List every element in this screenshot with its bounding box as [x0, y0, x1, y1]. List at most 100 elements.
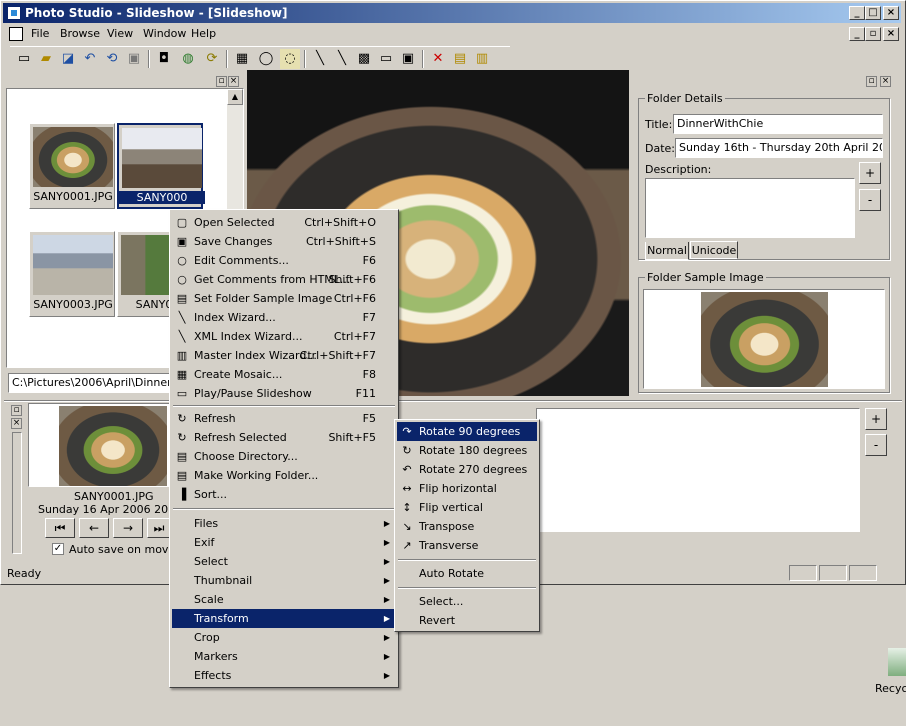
recycle-bin-label[interactable]: Recycl	[875, 682, 906, 695]
last-image-button[interactable]: ⏭	[147, 518, 171, 538]
menu-item-get-comments-from-html[interactable]: ○ Get Comments from HTML... Shift+F6	[172, 270, 396, 289]
menu-item-markers[interactable]: Markers ▶	[172, 647, 396, 666]
auto-save-checkbox[interactable]: ✓	[52, 543, 64, 555]
comment-icon[interactable]: ◘	[154, 49, 174, 69]
menu-file[interactable]: File	[31, 27, 49, 40]
menu-item-master-index-wizard[interactable]: ▥ Master Index Wizard... Ctrl+Shift+F7	[172, 346, 396, 365]
menu-item-edit-comments[interactable]: ○ Edit Comments... F6	[172, 251, 396, 270]
thumbnail-item[interactable]: SANY0003.JPG	[29, 231, 115, 317]
menu-item-refresh[interactable]: ↻ Refresh F5	[172, 409, 396, 428]
menu-item-exif[interactable]: Exif ▶	[172, 533, 396, 552]
menu-item-create-mosaic[interactable]: ▦ Create Mosaic... F8	[172, 365, 396, 384]
save-icon[interactable]: ▣	[124, 49, 144, 69]
recycle-bin-icon[interactable]	[888, 648, 906, 676]
menu-item-files[interactable]: Files ▶	[172, 514, 396, 533]
delete-icon[interactable]: ✕	[428, 49, 448, 69]
scroll-up-icon[interactable]: ▲	[227, 89, 243, 105]
comments-icon[interactable]: ◯	[256, 49, 276, 69]
open-icon[interactable]: ▰	[36, 49, 56, 69]
pane-float-icon[interactable]: ▫	[11, 405, 22, 416]
bottom-pane-grip[interactable]	[12, 432, 22, 554]
menu-item-make-working-folder[interactable]: ▤ Make Working Folder...	[172, 466, 396, 485]
tab-unicode[interactable]: Unicode	[690, 241, 738, 259]
menu-item-sort[interactable]: ▐ Sort...	[172, 485, 396, 504]
menu-item-index-wizard[interactable]: ╲ Index Wizard... F7	[172, 308, 396, 327]
previous-image-button[interactable]: ←	[79, 518, 109, 538]
menu-item-select[interactable]: Select...	[397, 592, 537, 611]
menu-item-save-changes[interactable]: ▣ Save Changes Ctrl+Shift+S	[172, 232, 396, 251]
menu-item-play-pause-slideshow[interactable]: ▭ Play/Pause Slideshow F11	[172, 384, 396, 403]
close-button[interactable]: ×	[883, 6, 899, 20]
add-comment-button[interactable]: +	[865, 408, 887, 430]
menu-item-label: Create Mosaic...	[194, 368, 283, 381]
menu-item-set-folder-sample-image[interactable]: ▤ Set Folder Sample Image Ctrl+F6	[172, 289, 396, 308]
index-wizard-icon: ╲	[178, 311, 186, 324]
menu-help[interactable]: Help	[191, 27, 216, 40]
menu-item-xml-index-wizard[interactable]: ╲ XML Index Wizard... Ctrl+F7	[172, 327, 396, 346]
pane-float-icon[interactable]: ▫	[866, 76, 877, 87]
remove-description-button[interactable]: -	[859, 189, 881, 211]
title-label: Title:	[645, 118, 673, 131]
menu-item-flip-vertical[interactable]: ↕ Flip vertical	[397, 498, 537, 517]
menu-browse[interactable]: Browse	[60, 27, 100, 40]
first-image-button[interactable]: ⏮	[45, 518, 75, 538]
document-icon[interactable]	[9, 27, 23, 41]
fullscreen-icon[interactable]: ▣	[398, 49, 418, 69]
menu-item-flip-horizontal[interactable]: ↔ Flip horizontal	[397, 479, 537, 498]
title-bar[interactable]: Photo Studio - Slideshow - [Slideshow] _…	[3, 3, 901, 23]
minimize-button[interactable]: _	[849, 6, 865, 20]
thumbnail-item-selected[interactable]: SANY000	[117, 123, 205, 209]
pane-close-icon[interactable]: ×	[228, 76, 239, 87]
comments-field[interactable]	[536, 408, 860, 532]
slideshow-icon[interactable]: ▭	[376, 49, 396, 69]
undo-icon[interactable]: ↶	[80, 49, 100, 69]
xml-wand-icon[interactable]: ╲	[332, 49, 352, 69]
tab-normal[interactable]: Normal	[645, 242, 689, 260]
move-icon[interactable]: ▥	[472, 49, 492, 69]
menu-item-scale[interactable]: Scale ▶	[172, 590, 396, 609]
date-field[interactable]: Sunday 16th - Thursday 20th April 2006	[675, 138, 883, 158]
menu-item-open-selected[interactable]: ▢ Open Selected Ctrl+Shift+O	[172, 213, 396, 232]
description-field[interactable]	[645, 178, 855, 238]
menu-item-rotate-90-degrees[interactable]: ↷ Rotate 90 degrees	[397, 422, 537, 441]
child-minimize-button[interactable]: _	[849, 27, 865, 41]
menu-item-rotate-270-degrees[interactable]: ↶ Rotate 270 degrees	[397, 460, 537, 479]
child-close-button[interactable]: ×	[883, 27, 899, 41]
redo-icon[interactable]: ⟲	[102, 49, 122, 69]
mosaic-icon[interactable]: ▩	[354, 49, 374, 69]
menu-item-crop[interactable]: Crop ▶	[172, 628, 396, 647]
title-field[interactable]: DinnerWithChie	[673, 114, 883, 134]
menu-view[interactable]: View	[107, 27, 133, 40]
remove-comment-button[interactable]: -	[865, 434, 887, 456]
menu-item-transverse[interactable]: ↗ Transverse	[397, 536, 537, 555]
pane-float-icon[interactable]: ▫	[216, 76, 227, 87]
new-icon[interactable]: ▭	[14, 49, 34, 69]
pane-close-icon[interactable]: ×	[11, 418, 22, 429]
menu-item-refresh-selected[interactable]: ↻ Refresh Selected Shift+F5	[172, 428, 396, 447]
thumbnails-icon[interactable]: ▦	[232, 49, 252, 69]
menu-item-thumbnail[interactable]: Thumbnail ▶	[172, 571, 396, 590]
pane-close-icon[interactable]: ×	[880, 76, 891, 87]
next-image-button[interactable]: →	[113, 518, 143, 538]
menu-item-transform[interactable]: Transform ▶	[172, 609, 396, 628]
menu-item-auto-rotate[interactable]: Auto Rotate	[397, 564, 537, 583]
thumbnail-item[interactable]: SANY0001.JPG	[29, 123, 115, 209]
maximize-button[interactable]: □	[865, 6, 881, 20]
menu-item-rotate-180-degrees[interactable]: ↻ Rotate 180 degrees	[397, 441, 537, 460]
open-folder-icon[interactable]: ◪	[58, 49, 78, 69]
menu-item-label: Set Folder Sample Image	[194, 292, 333, 305]
menu-window[interactable]: Window	[143, 27, 186, 40]
menu-item-choose-directory[interactable]: ▤ Choose Directory...	[172, 447, 396, 466]
globe-icon[interactable]: ◍	[178, 49, 198, 69]
wand-icon[interactable]: ╲	[310, 49, 330, 69]
edit-comments-icon[interactable]: ◌	[280, 49, 300, 69]
menu-item-revert[interactable]: Revert	[397, 611, 537, 630]
splitter[interactable]	[4, 400, 902, 402]
add-description-button[interactable]: +	[859, 162, 881, 184]
child-restore-button[interactable]: ▫	[865, 27, 881, 41]
menu-item-effects[interactable]: Effects ▶	[172, 666, 396, 685]
menu-item-select[interactable]: Select ▶	[172, 552, 396, 571]
refresh-icon[interactable]: ⟳	[202, 49, 222, 69]
copy-icon[interactable]: ▤	[450, 49, 470, 69]
menu-item-transpose[interactable]: ↘ Transpose	[397, 517, 537, 536]
